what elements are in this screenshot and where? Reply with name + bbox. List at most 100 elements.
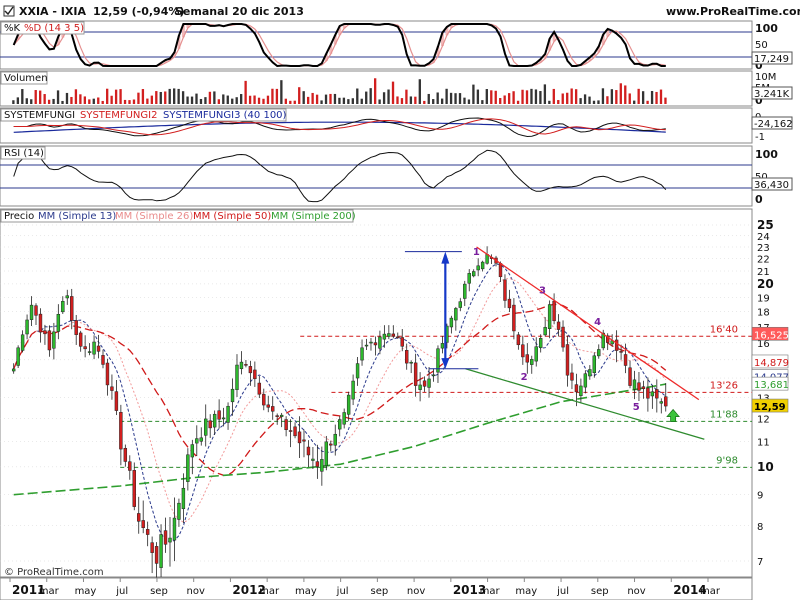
volume-bar — [240, 94, 243, 104]
rsi-label: RSI (14) — [4, 148, 44, 159]
candle-body — [141, 520, 145, 528]
volume-bar — [173, 88, 176, 104]
copyright: © ProRealTime.com — [4, 567, 104, 578]
rsi-level-100: 100 — [755, 148, 778, 161]
volume-bar — [284, 98, 287, 104]
candle-body — [253, 369, 257, 380]
x-axis-label: jul — [336, 586, 349, 597]
volume-bar — [561, 93, 564, 104]
candle-body — [391, 333, 396, 337]
candle-body — [619, 351, 623, 353]
volume-bar — [226, 95, 229, 104]
volume-bar — [445, 88, 448, 104]
candle-body — [279, 414, 284, 417]
y-tick-label: 24 — [757, 232, 770, 243]
candle-body — [659, 401, 663, 404]
candle-body — [364, 344, 369, 347]
candle-body — [119, 412, 123, 450]
stoch-level-100: 100 — [755, 22, 778, 35]
volume-bar — [222, 94, 225, 104]
volume-bar — [637, 88, 640, 104]
x-axis-label: may — [75, 586, 97, 597]
volume-bar — [199, 98, 203, 104]
candle-body — [248, 366, 253, 374]
volume-bar — [427, 93, 430, 104]
candle-body — [163, 530, 168, 545]
candle-body — [346, 394, 351, 415]
candle-body — [29, 304, 34, 320]
volume-bar — [414, 96, 417, 104]
stoch-last-value: 17,249 — [754, 54, 789, 65]
x-axis-label: nov — [186, 586, 204, 597]
volume-bar — [137, 92, 140, 104]
volume-bar — [83, 96, 87, 104]
candle-body — [92, 341, 96, 355]
volume-bar — [70, 96, 73, 104]
candle-body — [579, 385, 583, 397]
candle-body — [521, 344, 525, 358]
volume-panel: Volumen 10M 5M 0 3.241K — [0, 70, 793, 107]
volume-bar — [552, 88, 555, 104]
volume-bar — [400, 98, 404, 104]
volume-bar — [262, 98, 265, 104]
candle-body — [288, 430, 293, 432]
candle-body — [244, 364, 248, 366]
volume-bar — [351, 98, 354, 104]
x-axis-label: may — [515, 586, 537, 597]
candle-body — [74, 320, 78, 335]
candle-body — [641, 386, 646, 390]
volume-bar — [507, 93, 511, 104]
legend-mm200: MM (Simple 200) — [271, 211, 356, 222]
candle-body — [561, 326, 565, 348]
level-label: 16'40 — [710, 324, 738, 335]
volume-bar — [530, 88, 533, 104]
volume-bar — [391, 81, 395, 104]
volume-bar — [217, 99, 220, 104]
volume-bar — [369, 88, 372, 104]
volume-bar — [659, 89, 663, 104]
candle-body — [195, 438, 199, 444]
volume-bar — [650, 90, 654, 104]
stochastic-panel: %K %D (14 3 5) 100 50 0 17,249 — [0, 20, 793, 72]
systemfungi-label: SYSTEMFUNGI — [4, 110, 75, 121]
candle-body — [373, 342, 378, 346]
ticker-title: XXIA - IXIA — [19, 5, 86, 18]
volume-bar — [39, 90, 42, 104]
candle-body — [480, 261, 485, 270]
volume-bar — [516, 100, 520, 104]
volume-bar — [641, 91, 645, 104]
candle-body — [199, 437, 203, 442]
rsi-panel: RSI (14) 100 50 0 36,430 — [0, 145, 793, 207]
y-tick-label: 11 — [757, 438, 770, 449]
volume-bar — [119, 89, 122, 104]
volume-bar — [253, 95, 256, 104]
candle-body — [565, 344, 570, 376]
candle-body — [570, 372, 574, 381]
volume-bar — [150, 95, 153, 104]
candle-body — [239, 361, 244, 370]
candle-body — [284, 419, 288, 430]
volume-bar — [320, 100, 323, 104]
legend-mm26: MM (Simple 26) — [115, 211, 193, 222]
candle-body — [543, 327, 547, 336]
candle-body — [168, 537, 172, 543]
site-url[interactable]: www.ProRealTime.com — [666, 5, 800, 18]
candle-body — [360, 347, 364, 361]
volume-bar — [43, 94, 46, 104]
volume-bar — [615, 90, 618, 104]
volume-bar — [423, 100, 426, 104]
candle-body — [132, 470, 136, 507]
volume-bar — [74, 89, 78, 104]
candle-body — [583, 373, 588, 388]
volume-bar — [293, 100, 296, 104]
candle-body — [422, 380, 427, 387]
y-tick-label: 25 — [757, 218, 774, 232]
volume-bar — [418, 79, 421, 104]
volume-bar — [213, 91, 216, 104]
volume-bar — [378, 99, 381, 104]
candle-body — [458, 301, 463, 308]
candle-body — [530, 359, 534, 365]
volume-bar — [387, 89, 390, 104]
candle-body — [409, 361, 413, 364]
volume-bar — [619, 83, 622, 104]
